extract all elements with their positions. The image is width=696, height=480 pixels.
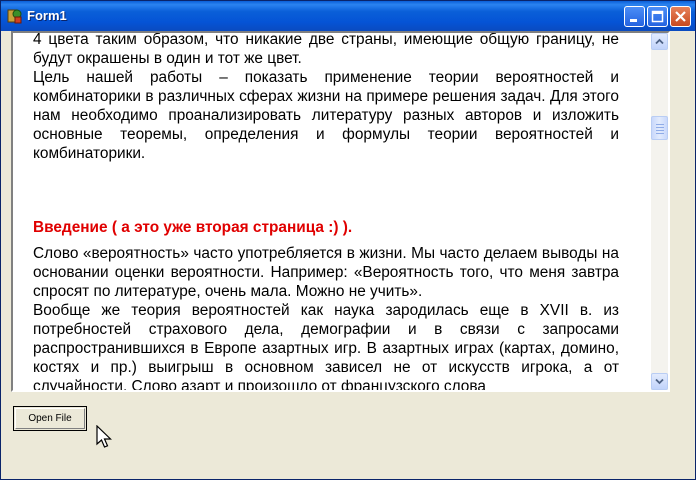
thumb-grip	[656, 133, 664, 134]
blank-lines	[33, 163, 619, 204]
paragraph: Вообще же теория вероятностей как наука …	[33, 302, 619, 390]
scroll-thumb[interactable]	[651, 116, 668, 140]
title-bar[interactable]: Form1	[1, 1, 695, 31]
paragraph: Цель нашей работы – показать применение …	[33, 69, 619, 162]
thumb-grip	[656, 130, 664, 131]
open-file-button[interactable]: Open File	[13, 406, 87, 431]
paragraph: 4 цвета таким образом, что никакие две с…	[33, 33, 619, 67]
mouse-cursor-icon	[96, 425, 112, 448]
scroll-down-button[interactable]	[651, 373, 668, 390]
vertical-scrollbar[interactable]	[651, 33, 668, 390]
thumb-grip	[656, 127, 664, 128]
maximize-button[interactable]	[647, 6, 668, 27]
delphi-app-icon	[7, 9, 22, 24]
section-heading: Введение ( а это уже вторая страница :) …	[33, 219, 353, 236]
chevron-up-icon	[655, 38, 664, 45]
paragraph: Слово «вероятность» часто употребляется …	[33, 245, 619, 300]
document-view[interactable]: 4 цвета таким образом, что никакие две с…	[13, 33, 635, 390]
maximize-icon	[651, 10, 664, 23]
main-window: Form1 4 цвета таким образом, что никакие…	[0, 0, 696, 480]
document-text: 4 цвета таким образом, что никакие две с…	[33, 33, 619, 390]
open-file-label: Open File	[28, 413, 72, 424]
minimize-icon	[630, 19, 637, 22]
close-button[interactable]	[670, 6, 691, 27]
chevron-down-icon	[655, 378, 664, 385]
minimize-button[interactable]	[624, 6, 645, 27]
window-title: Form1	[27, 8, 67, 23]
scroll-up-button[interactable]	[651, 33, 668, 50]
thumb-grip	[656, 124, 664, 125]
close-icon	[675, 11, 686, 22]
